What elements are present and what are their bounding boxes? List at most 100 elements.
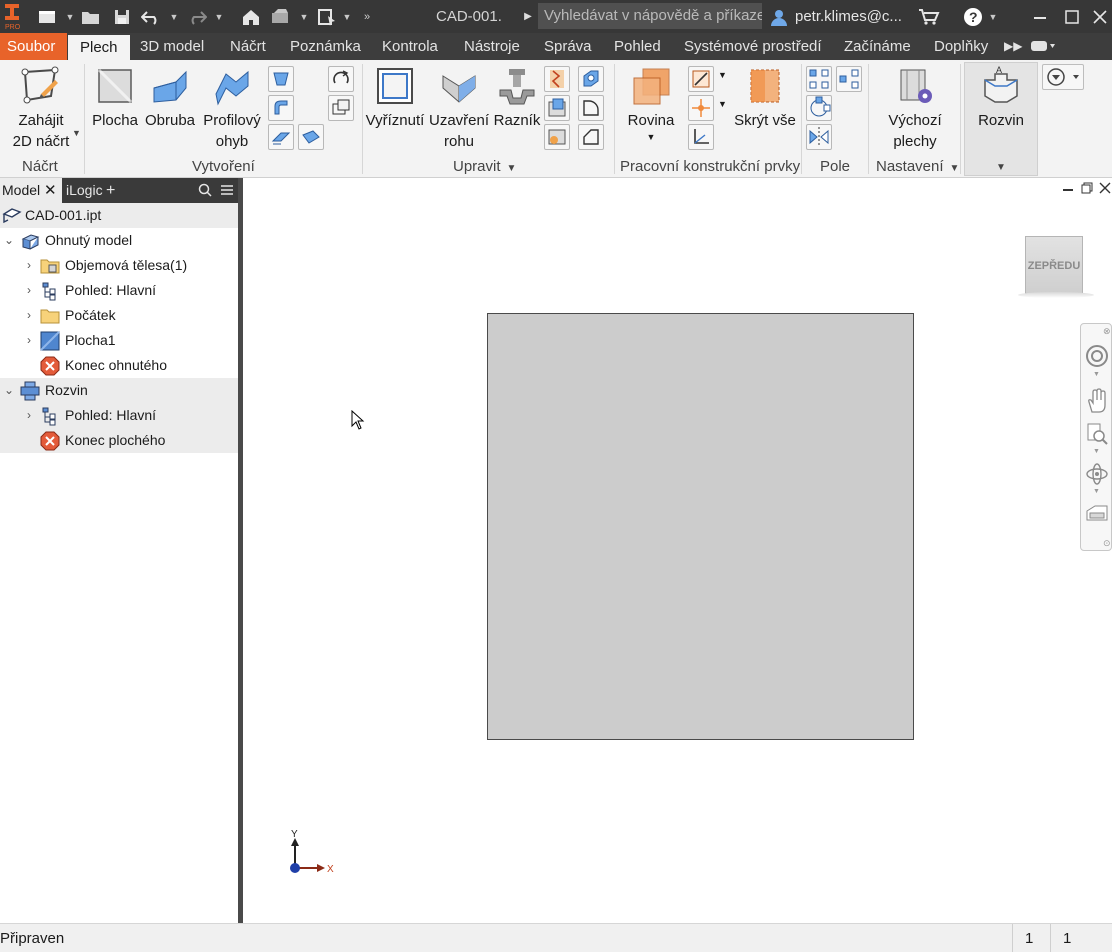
vychozi-plechy-button[interactable]: Výchozí plechy	[876, 66, 954, 152]
breadcrumb-arrow-icon[interactable]: ▶	[522, 0, 534, 33]
close-tab-icon[interactable]: ✕	[44, 178, 57, 203]
tab-3d-model[interactable]: 3D model	[140, 33, 204, 60]
tab-kontrola[interactable]: Kontrola	[382, 33, 438, 60]
circular-pattern-icon[interactable]	[806, 95, 832, 121]
expand-chevron-icon[interactable]: ›	[22, 403, 36, 428]
tab-nastroje[interactable]: Nástroje	[464, 33, 520, 60]
home-icon[interactable]	[240, 0, 262, 33]
tab-pohled[interactable]: Pohled	[614, 33, 661, 60]
tree-node-flat-view-representation[interactable]: › Pohled: Hlavní	[0, 403, 238, 428]
more-tools-chevron-icon[interactable]: »	[360, 0, 374, 33]
zoom-dropdown-chevron-icon[interactable]: ▼	[1093, 448, 1100, 455]
obruba-button[interactable]: Obruba	[143, 66, 197, 131]
navbar-close-icon[interactable]: ⊗	[1103, 326, 1111, 337]
tab-nacrt[interactable]: Náčrt	[230, 33, 266, 60]
browser-search-icon[interactable]	[198, 178, 212, 203]
orbit-icon[interactable]	[1085, 462, 1109, 486]
rovina-button[interactable]: Rovina ▼	[624, 66, 678, 143]
tab-sprava[interactable]: Správa	[544, 33, 592, 60]
refold-icon[interactable]	[328, 95, 354, 121]
help-icon[interactable]: ?	[962, 0, 984, 33]
redo-icon[interactable]	[186, 0, 208, 33]
save-icon[interactable]	[111, 0, 133, 33]
undo-dropdown-chevron-icon[interactable]: ▼	[168, 0, 180, 33]
cosmetic-centerline-icon[interactable]	[544, 124, 570, 150]
update-dropdown-chevron-icon[interactable]: ▼	[298, 0, 310, 33]
unfold-icon[interactable]	[328, 66, 354, 92]
add-tab-icon[interactable]: +	[106, 178, 115, 203]
work-axis-dropdown-chevron-icon[interactable]: ▼	[718, 70, 727, 80]
select-dropdown-chevron-icon[interactable]: ▼	[341, 0, 353, 33]
tree-node-folded-model[interactable]: ⌄ Ohnutý model	[0, 228, 238, 253]
fold-icon[interactable]	[544, 95, 570, 121]
more-tabs-chevron-icon[interactable]: ▶▶	[1004, 33, 1022, 60]
expand-chevron-icon[interactable]: ›	[22, 328, 36, 353]
sketch-driven-pattern-icon[interactable]	[836, 66, 862, 92]
open-folder-icon[interactable]	[80, 0, 102, 33]
minimize-window-icon[interactable]	[1025, 0, 1055, 33]
fillet-corner-icon[interactable]	[578, 95, 604, 121]
panel-label-setup[interactable]: Nastavení ▼	[876, 158, 959, 175]
contour-roll-icon[interactable]	[268, 124, 294, 150]
sketch-dropdown-chevron-icon[interactable]: ▼	[72, 128, 81, 138]
panel-label-modify[interactable]: Upravit ▼	[453, 158, 516, 175]
plocha-button[interactable]: Plocha	[92, 66, 138, 131]
tree-node-flat-pattern[interactable]: ⌄ Rozvin	[0, 378, 238, 403]
vyriznuti-button[interactable]: Vyříznutí	[364, 66, 426, 131]
tree-node-origin[interactable]: › Počátek	[0, 303, 238, 328]
chamfer-corner-icon[interactable]	[578, 124, 604, 150]
help-dropdown-chevron-icon[interactable]: ▼	[987, 0, 999, 33]
user-account-icon[interactable]	[768, 0, 790, 33]
expand-chevron-icon[interactable]: ›	[22, 278, 36, 303]
undo-icon[interactable]	[140, 0, 162, 33]
collapse-chevron-icon[interactable]: ⌄	[2, 378, 16, 403]
maximize-window-icon[interactable]	[1057, 0, 1087, 33]
rovina-dropdown-chevron-icon[interactable]: ▼	[624, 131, 678, 143]
tab-systemove-prostredi[interactable]: Systémové prostředí	[684, 33, 822, 60]
browser-menu-icon[interactable]	[220, 178, 234, 203]
start-2d-sketch-button[interactable]: Zahájit 2D náčrt	[6, 66, 76, 152]
help-search-input[interactable]: Vyhledávat v nápovědě a příkazech	[538, 3, 762, 29]
mirror-icon[interactable]	[806, 124, 832, 150]
rip-icon[interactable]	[298, 124, 324, 150]
tree-node-face[interactable]: › Plocha1	[0, 328, 238, 353]
graphics-minimize-icon[interactable]	[1062, 182, 1074, 197]
zoom-icon[interactable]	[1085, 422, 1109, 446]
rectangular-pattern-icon[interactable]	[806, 66, 832, 92]
work-axis-icon[interactable]	[688, 66, 714, 92]
tab-zaciname[interactable]: Začínáme	[844, 33, 911, 60]
work-point-icon[interactable]	[688, 95, 714, 121]
tree-node-solid-bodies[interactable]: › Objemová tělesa(1)	[0, 253, 238, 278]
tab-soubor[interactable]: Soubor	[0, 33, 67, 60]
tab-ilogic[interactable]: iLogic	[66, 178, 103, 203]
ucs-icon[interactable]	[688, 124, 714, 150]
uzavreni-rohu-button[interactable]: Uzavření rohu	[428, 66, 490, 152]
steering-wheel-icon[interactable]	[1085, 344, 1109, 368]
hem-icon[interactable]	[268, 95, 294, 121]
redo-dropdown-chevron-icon[interactable]: ▼	[213, 0, 225, 33]
view-face-icon[interactable]	[1085, 502, 1109, 526]
update-icon[interactable]	[269, 0, 291, 33]
collapse-chevron-icon[interactable]: ⌄	[2, 228, 16, 253]
corner-round-icon[interactable]	[578, 66, 604, 92]
work-point-dropdown-chevron-icon[interactable]: ▼	[718, 99, 727, 109]
steering-dropdown-chevron-icon[interactable]: ▼	[1093, 371, 1100, 378]
pan-hand-icon[interactable]	[1085, 388, 1109, 414]
select-mode-icon[interactable]	[316, 0, 338, 33]
new-file-icon[interactable]	[36, 0, 58, 33]
flat-pattern-dropdown-chevron-icon[interactable]: ▼	[996, 162, 1006, 173]
bend-icon[interactable]	[544, 66, 570, 92]
app-logo-icon[interactable]: PRO	[2, 2, 24, 31]
new-dropdown-chevron-icon[interactable]: ▼	[64, 0, 76, 33]
orbit-dropdown-chevron-icon[interactable]: ▼	[1093, 488, 1100, 495]
ribbon-options-button[interactable]	[1042, 64, 1084, 90]
expand-chevron-icon[interactable]: ›	[22, 253, 36, 278]
tab-poznamka[interactable]: Poznámka	[290, 33, 361, 60]
tab-plech[interactable]: Plech	[68, 35, 130, 60]
expand-chevron-icon[interactable]: ›	[22, 303, 36, 328]
profilovy-ohyb-button[interactable]: Profilový ohyb	[200, 66, 264, 152]
tree-node-part[interactable]: CAD-001.ipt	[0, 203, 238, 228]
rozvin-button[interactable]: A Rozvin	[966, 66, 1036, 131]
shopping-cart-icon[interactable]	[918, 0, 940, 33]
flat-pattern-plate[interactable]	[487, 313, 914, 740]
